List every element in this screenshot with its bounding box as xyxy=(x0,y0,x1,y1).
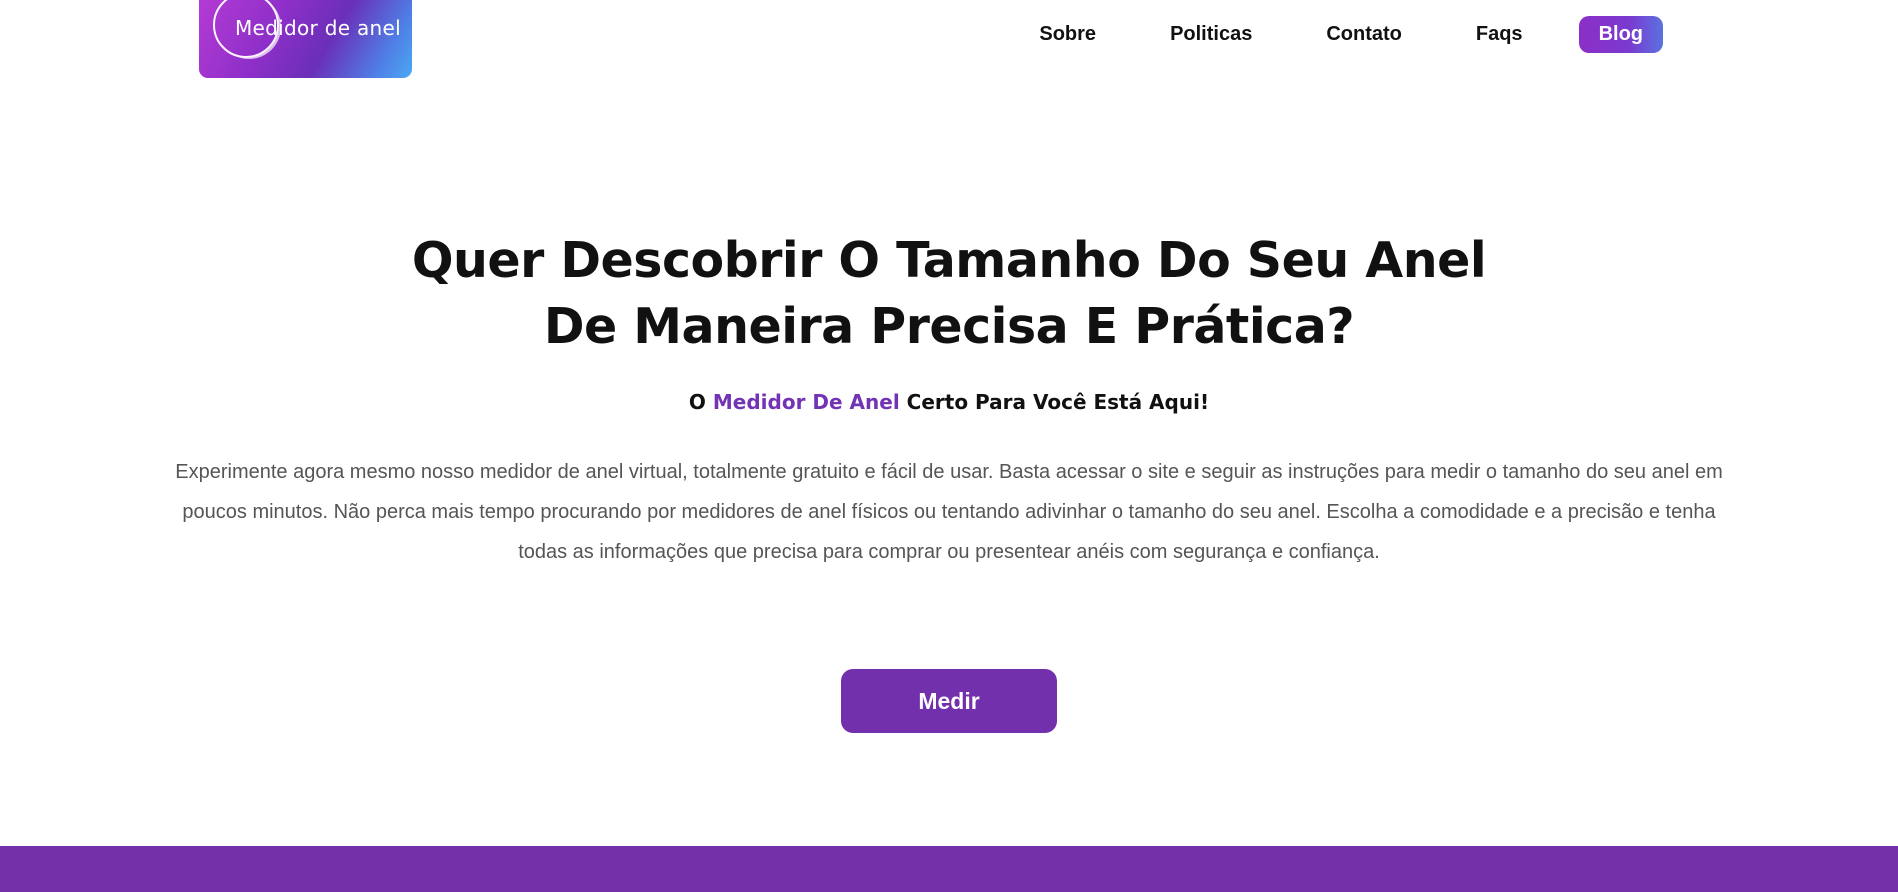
nav-item-sobre[interactable]: Sobre xyxy=(1039,15,1096,53)
logo-text: Medidor de anel xyxy=(235,16,401,40)
hero-subtitle: O Medidor De Anel Certo Para Você Está A… xyxy=(0,390,1898,414)
hero-title: Quer Descobrir O Tamanho Do Seu Anel De … xyxy=(0,228,1898,360)
main-nav: Sobre Politicas Contato Faqs Blog xyxy=(1039,15,1663,53)
subtitle-prefix: O xyxy=(688,390,713,414)
footer-band xyxy=(0,846,1898,892)
medir-button[interactable]: Medir xyxy=(841,669,1057,733)
subtitle-suffix: Certo Para Você Está Aqui! xyxy=(899,390,1210,414)
page: Medidor de anel Sobre Politicas Contato … xyxy=(0,0,1898,892)
nav-item-blog[interactable]: Blog xyxy=(1578,15,1663,53)
hero-description: Experimente agora mesmo nosso medidor de… xyxy=(175,461,1723,563)
nav-item-faqs[interactable]: Faqs xyxy=(1476,15,1523,53)
logo[interactable]: Medidor de anel xyxy=(199,0,412,78)
subtitle-brand: Medidor De Anel xyxy=(712,390,900,414)
nav-item-politicas[interactable]: Politicas xyxy=(1170,15,1252,53)
nav-item-contato[interactable]: Contato xyxy=(1326,15,1402,53)
hero-title-line-1: Quer Descobrir O Tamanho Do Seu Anel xyxy=(411,232,1487,289)
hero-title-line-2: De Maneira Precisa E Prática? xyxy=(543,298,1355,355)
